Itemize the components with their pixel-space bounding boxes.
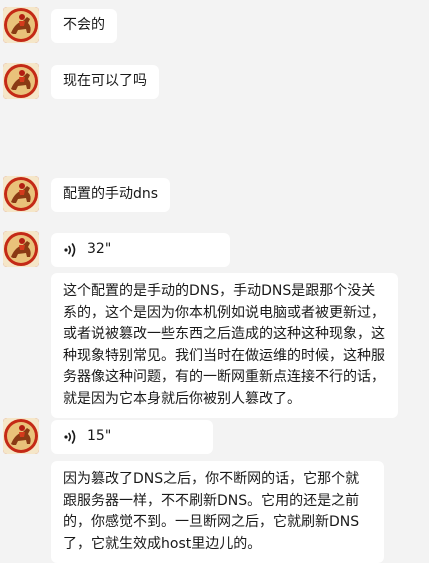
- voice-wave-icon: [63, 241, 79, 259]
- avatar[interactable]: [3, 231, 39, 267]
- horse-rider-avatar-icon: [3, 231, 39, 267]
- voice-message-bubble[interactable]: 32": [51, 233, 230, 267]
- horse-rider-avatar-icon: [3, 418, 39, 454]
- transcript-text: 因为篡改了DNS之后，你不断网的话，它那个就跟服务器一样，不不刷新DNS。它用的…: [63, 471, 360, 552]
- voice-transcript[interactable]: 因为篡改了DNS之后，你不断网的话，它那个就跟服务器一样，不不刷新DNS。它用的…: [51, 461, 384, 563]
- horse-rider-avatar-icon: [3, 7, 39, 43]
- horse-rider-avatar-icon: [3, 63, 39, 99]
- voice-duration: 32": [87, 241, 112, 258]
- avatar[interactable]: [3, 7, 39, 43]
- transcript-text: 这个配置的是手动的DNS，手动DNS是跟那个没关系的，这个是因为你本机例如说电脑…: [63, 283, 385, 407]
- voice-wave-icon: [63, 428, 79, 446]
- message-text: 现在可以了吗: [63, 73, 147, 89]
- avatar[interactable]: [3, 418, 39, 454]
- message-text: 配置的手动dns: [63, 186, 159, 202]
- voice-transcript[interactable]: 这个配置的是手动的DNS，手动DNS是跟那个没关系的，这个是因为你本机例如说电脑…: [51, 273, 398, 418]
- message-bubble[interactable]: 配置的手动dns: [51, 178, 171, 212]
- avatar[interactable]: [3, 176, 39, 212]
- voice-duration: 15": [87, 428, 112, 445]
- message-bubble[interactable]: 不会的: [51, 9, 117, 43]
- avatar[interactable]: [3, 63, 39, 99]
- voice-message-bubble[interactable]: 15": [51, 420, 213, 454]
- message-bubble[interactable]: 现在可以了吗: [51, 65, 159, 99]
- horse-rider-avatar-icon: [3, 176, 39, 212]
- message-text: 不会的: [63, 17, 105, 33]
